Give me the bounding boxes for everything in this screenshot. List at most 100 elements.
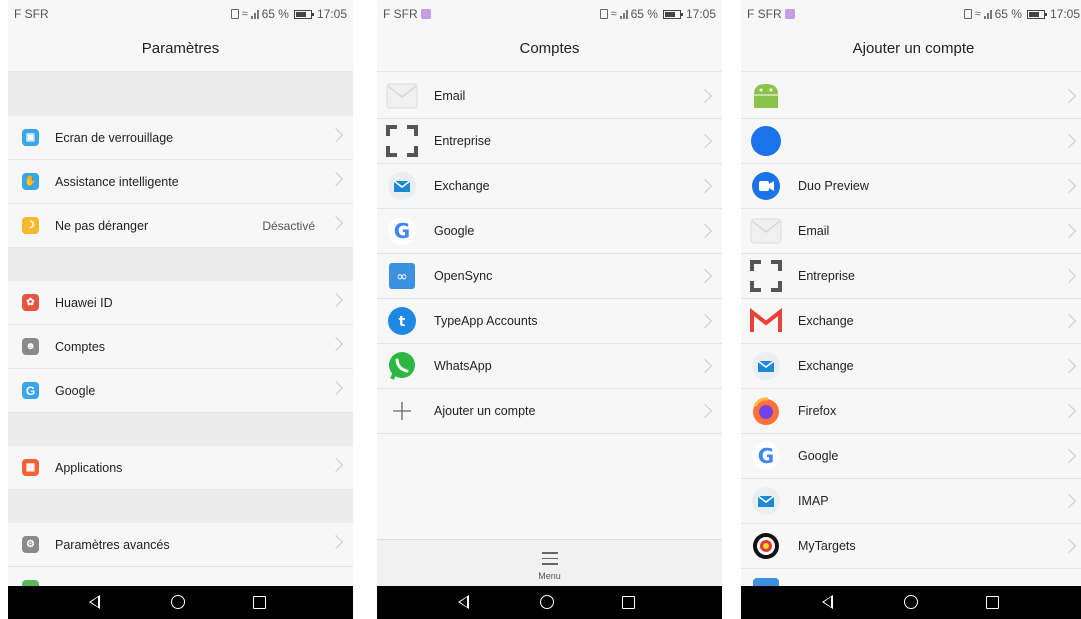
add-account-item-enterprise[interactable]: Entreprise (741, 254, 1081, 299)
google-icon: G (749, 439, 783, 473)
chevron-right-icon (328, 127, 344, 143)
settings-item-lock-screen[interactable]: ▣ Ecran de verrouillage (8, 116, 353, 160)
add-account-item-exchange-gmail[interactable]: Exchange (741, 299, 1081, 344)
chevron-right-icon (328, 292, 344, 308)
chevron-right-icon (328, 171, 344, 187)
home-icon[interactable] (171, 595, 185, 609)
add-account-item-label: Entreprise (798, 269, 855, 283)
settings-item-label: Applications (55, 460, 123, 475)
sim-icon (420, 9, 431, 19)
back-icon[interactable] (822, 595, 833, 609)
apps-icon: ▦ (22, 459, 39, 476)
home-icon[interactable] (540, 595, 554, 609)
menu-button[interactable]: Menu (377, 539, 722, 587)
chevron-right-icon (1061, 538, 1077, 554)
add-account-item-google[interactable]: G Google (741, 434, 1081, 479)
add-account-item-mytargets[interactable]: MyTargets (741, 524, 1081, 569)
menu-icon (541, 552, 558, 565)
chevron-right-icon (1061, 313, 1077, 329)
back-icon[interactable] (89, 595, 100, 609)
home-icon[interactable] (904, 595, 918, 609)
recent-apps-icon[interactable] (622, 596, 635, 609)
account-item-typeapp[interactable]: t TypeApp Accounts (377, 299, 722, 344)
chevron-right-icon (1061, 358, 1077, 374)
settings-item-accounts[interactable]: ☻ Comptes (8, 325, 353, 369)
blue-circle-icon (749, 124, 783, 158)
status-bar: F SFR ≈ 65 % 17:05 (377, 0, 722, 26)
chevron-right-icon (697, 178, 713, 194)
add-account-item-blue[interactable] (741, 119, 1081, 164)
settings-screen: F SFR ≈ 65 % 17:05 Paramètres ▣ Ecran de… (8, 0, 353, 619)
navigation-bar (741, 586, 1081, 619)
add-account-item-android[interactable] (741, 74, 1081, 119)
section-gap (8, 490, 353, 523)
section-gap (8, 248, 353, 281)
mytargets-icon (749, 529, 783, 563)
chevron-right-icon (1061, 223, 1077, 239)
chevron-right-icon (697, 403, 713, 419)
account-item-label: Google (434, 224, 475, 238)
recent-apps-icon[interactable] (253, 596, 266, 609)
chevron-right-icon (1061, 88, 1077, 104)
page-title: Ajouter un compte (741, 26, 1081, 72)
settings-item-smart-assistance[interactable]: ✋ Assistance intelligente (8, 160, 353, 204)
typeapp-icon: t (385, 304, 419, 338)
account-item-exchange[interactable]: Exchange (377, 164, 722, 209)
email-icon (385, 79, 419, 113)
wifi-icon: ≈ (974, 8, 981, 20)
settings-item-do-not-disturb[interactable]: ☽ Ne pas déranger Désactivé (8, 204, 353, 248)
enterprise-icon (749, 259, 783, 293)
chevron-right-icon (1061, 178, 1077, 194)
exchange-icon (749, 349, 783, 383)
add-account-item-email[interactable]: Email (741, 209, 1081, 254)
chevron-right-icon (1061, 268, 1077, 284)
chevron-right-icon (697, 358, 713, 374)
chevron-right-icon (328, 380, 344, 396)
clock: 17:05 (316, 7, 347, 21)
vibrate-icon (230, 9, 239, 19)
chevron-right-icon (328, 215, 344, 231)
add-account-button[interactable]: Ajouter un compte (377, 389, 722, 434)
add-account-item-label: Exchange (798, 359, 854, 373)
add-account-item-exchange[interactable]: Exchange (741, 344, 1081, 389)
battery-icon (293, 9, 314, 19)
account-item-label: WhatsApp (434, 359, 492, 373)
settings-item-huawei-id[interactable]: ✿ Huawei ID (8, 281, 353, 325)
svg-text:t: t (399, 314, 406, 330)
account-item-label: Entreprise (434, 134, 491, 148)
carrier-label: F SFR (14, 7, 49, 21)
add-account-item-label: Duo Preview (798, 179, 869, 193)
settings-item-google[interactable]: G Google (8, 369, 353, 413)
account-item-enterprise[interactable]: Entreprise (377, 119, 722, 164)
account-item-whatsapp[interactable]: WhatsApp (377, 344, 722, 389)
signal-icon (619, 9, 628, 19)
google-icon: G (385, 214, 419, 248)
chevron-right-icon (697, 88, 713, 104)
chevron-right-icon (328, 457, 344, 473)
huawei-icon: ✿ (22, 294, 39, 311)
battery-percent: 65 % (630, 7, 658, 21)
wifi-icon: ≈ (610, 8, 617, 20)
sim-icon (784, 9, 795, 19)
settings-item-label: Assistance intelligente (55, 174, 179, 189)
account-item-google[interactable]: G Google (377, 209, 722, 254)
settings-item-applications[interactable]: ▦ Applications (8, 446, 353, 490)
gmail-icon (749, 304, 783, 338)
email-icon (749, 214, 783, 248)
settings-item-advanced[interactable]: ⚙ Paramètres avancés (8, 523, 353, 567)
add-account-item-duo[interactable]: Duo Preview (741, 164, 1081, 209)
account-item-label: OpenSync (434, 269, 493, 283)
svg-text:∞: ∞ (396, 269, 408, 285)
add-account-item-imap[interactable]: IMAP (741, 479, 1081, 524)
add-account-item-label: Email (798, 224, 830, 238)
page-title: Paramètres (8, 26, 353, 72)
settings-item-label: Huawei ID (55, 295, 113, 310)
back-icon[interactable] (458, 595, 469, 609)
add-account-item-firefox[interactable]: Firefox (741, 389, 1081, 434)
account-item-email[interactable]: Email (377, 74, 722, 119)
account-item-opensync[interactable]: ∞ OpenSync (377, 254, 722, 299)
gear-icon: ⚙ (22, 536, 39, 553)
settings-item-value: Désactivé (262, 218, 315, 233)
chevron-right-icon (697, 313, 713, 329)
recent-apps-icon[interactable] (986, 596, 999, 609)
